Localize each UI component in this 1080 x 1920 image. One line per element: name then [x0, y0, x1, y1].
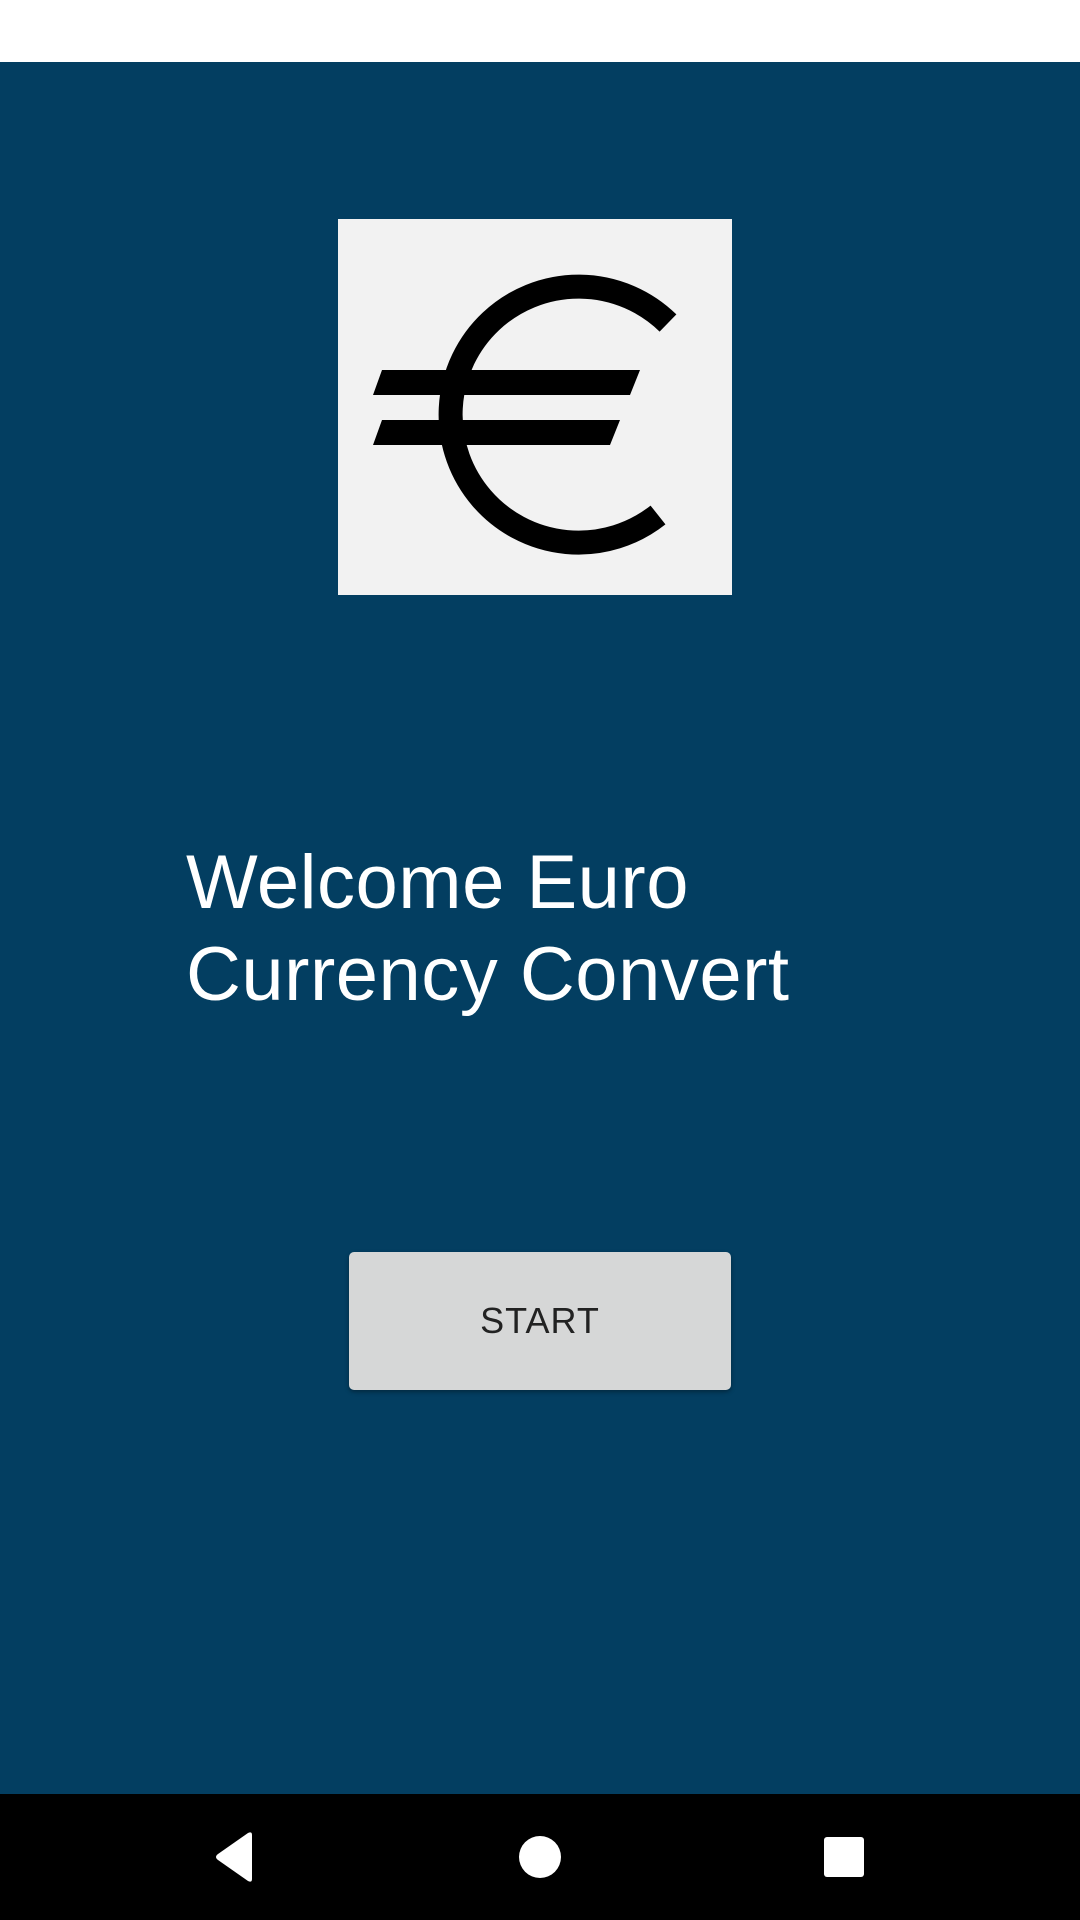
- status-bar: [0, 0, 1080, 62]
- recents-button[interactable]: [774, 1794, 914, 1920]
- back-triangle-icon: [216, 1832, 252, 1882]
- home-circle-icon: [519, 1836, 561, 1878]
- start-button[interactable]: START: [349, 1252, 731, 1390]
- euro-logo: [338, 219, 732, 595]
- back-button[interactable]: [166, 1794, 306, 1920]
- home-button[interactable]: [470, 1794, 610, 1920]
- screen: Welcome Euro Currency Convert START: [0, 0, 1080, 1920]
- welcome-title: Welcome Euro Currency Convert: [186, 840, 790, 1017]
- app-content: Welcome Euro Currency Convert START: [0, 62, 1080, 1794]
- navigation-bar: [0, 1794, 1080, 1920]
- euro-icon: [373, 274, 677, 555]
- recents-square-icon: [824, 1837, 864, 1877]
